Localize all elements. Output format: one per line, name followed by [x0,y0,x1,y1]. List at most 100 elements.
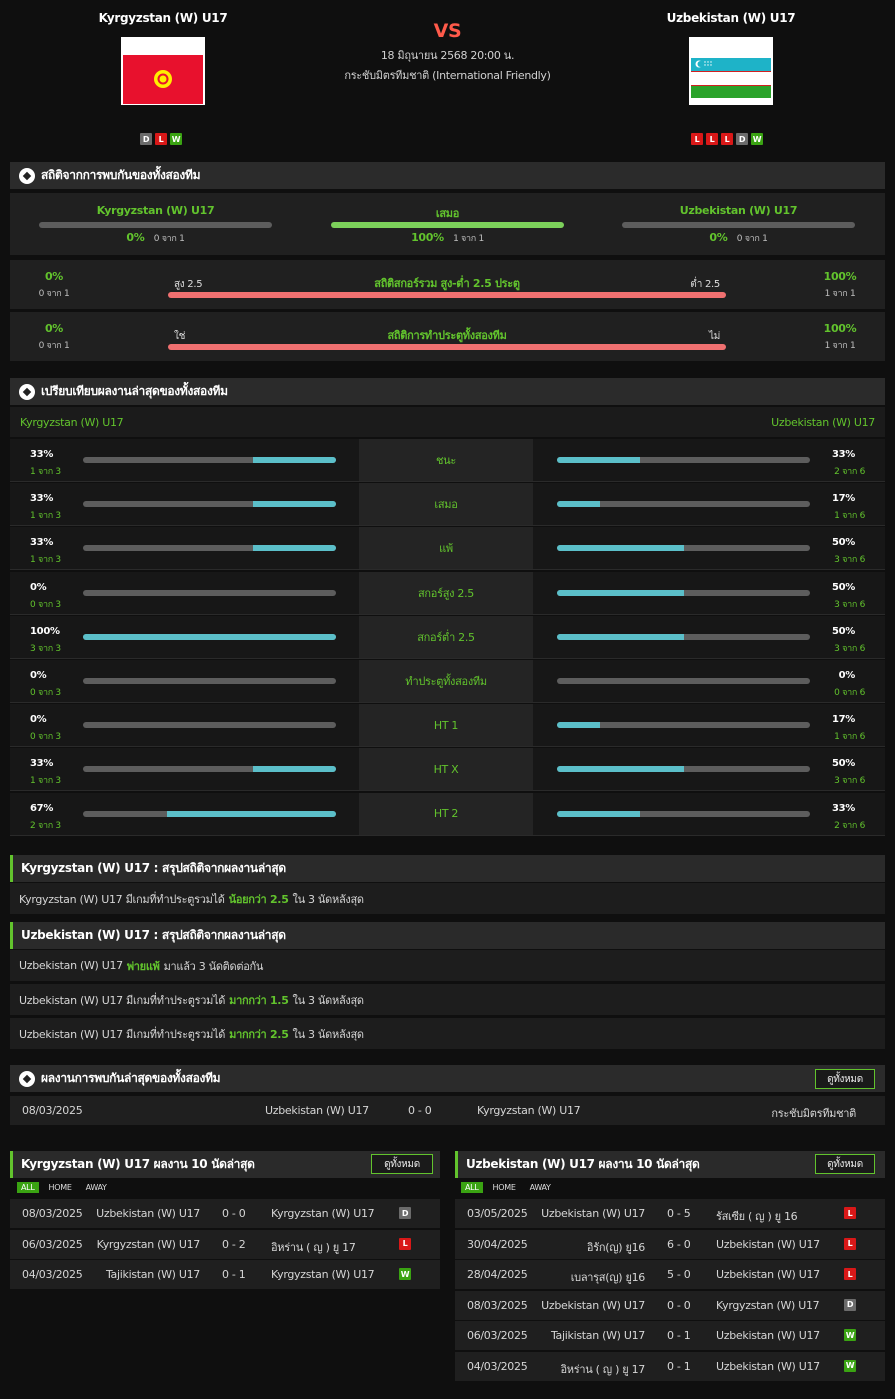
compare-away-pct: 50% [831,625,855,637]
compare-away-bar-fill [557,545,684,552]
last-match-row[interactable]: 08/03/2025 Uzbekistan (W) U17 0 - 0 Kyrgyzs… [10,1199,440,1228]
compare-home-pct: 33% [30,449,54,460]
away-team-name[interactable]: Uzbekistan (W) U17 [631,11,831,25]
match-home-team: เบลารุส(ญ) ยู16 [570,1271,646,1284]
tab-away[interactable]: AWAY [526,1182,555,1193]
result-badge: W [844,1359,856,1372]
compare-row-label: สกอร์สูง 2.5 [359,571,533,614]
compare-home-bar [83,722,336,729]
away-summary-title: Uzbekistan (W) U17 : สรุปสถิติจากผลงานล่… [21,928,286,942]
h2h-home-stat: 0% 0 จาก 1 [39,231,272,245]
compare-home-pct: 0% [30,714,47,726]
last-match-row[interactable]: 04/03/2025 อิหร่าน ( ญ ) ยู 17 0 - 1 Uzbeki… [455,1351,885,1381]
compare-away-pct: 17% [831,714,855,726]
h2h-wdl-panel: Kyrgyzstan (W) U17 0% 0 จาก 1 เสมอ 100% … [10,193,885,255]
compare-home-bar-fill [252,457,336,463]
compare-away-bar [557,678,810,684]
btts-bar [168,344,726,350]
match-score: 0 - 1 [667,1329,691,1342]
compare-away-bar [557,633,810,640]
tab-all[interactable]: ALL [17,1182,39,1193]
compare-away-name[interactable]: Uzbekistan (W) U17 [771,416,875,429]
compare-away-count: 3 จาก 6 [834,643,865,654]
compare-home-pct: 0% [30,581,47,593]
compare-home-count: 3 จาก 3 [30,643,61,654]
summary-text: Uzbekistan (W) U17 มีเกมที่ทำประตูรวมได้ [19,993,226,1007]
compare-home-name[interactable]: Kyrgyzstan (W) U17 [20,416,124,429]
compare-away-bar-fill [557,501,600,508]
last-match-row[interactable]: 04/03/2025 Tajikistan (W) U17 0 - 1 Kyrgyzs… [10,1260,440,1289]
btts-panel: 0% 0 จาก 1 ใช่ สถิติการทำประตูทั้งสองทีม… [10,312,885,361]
uzbekistan-flag-icon [691,58,771,98]
match-away-team: Uzbekistan (W) U17 [716,1359,820,1373]
ou-panel: 0% 0 จาก 1 สูง 2.5 สถิติสกอร์รวม สูง-ต่ำ… [10,260,885,309]
summary-highlight: พ่ายแพ้ [126,959,160,973]
match-date-cell: 28/04/2025 [467,1268,528,1281]
h2h-view-all-button[interactable]: ดูทั้งหมด [815,1069,875,1089]
away-last-view-all-button[interactable]: ดูทั้งหมด [815,1154,875,1174]
match-away-team: Uzbekistan (W) U17 [716,1329,820,1342]
match-away-team: Kyrgyzstan (W) U17 [271,1207,375,1220]
btts-title: สถิติการทำประตูทั้งสองทีม [387,329,507,342]
h2h-draw-name: เสมอ [435,207,460,220]
last-match-row[interactable]: 06/03/2025 Kyrgyzstan (W) U17 0 - 2 อิหร่าน… [10,1229,440,1259]
compare-row: 33% 1 จาก 3 แพ้ 50% 3 จาก 6 [10,527,885,571]
match-home-team: Uzbekistan (W) U17 [541,1298,645,1312]
summary-row: Uzbekistan (W) U17 พ่ายแพ้ มาแล้ว 3 นัดติด… [10,950,885,981]
match-score: 6 - 0 [667,1237,691,1251]
compare-row: 0% 0 จาก 3 ทำประตูทั้งสองทีม 0% 0 จาก 6 [10,660,885,703]
ou-right-pct: 100% [823,270,857,283]
away-form-badge: L [691,133,703,145]
compare-home-pct: 33% [30,493,54,505]
compare-title: เปรียบเทียบผลงานล่าสุดของทั้งสองทีม [41,384,228,398]
summary-text-end: ใน 3 นัดหลังสุด [292,1027,364,1041]
ou-right-count: 1 จาก 1 [824,289,856,299]
compare-home-bar [83,766,336,773]
compare-row-label: สกอร์ต่ำ 2.5 [359,615,533,658]
result-badge: W [844,1329,856,1341]
tab-home[interactable]: HOME [45,1182,76,1193]
compare-home-pct: 33% [30,758,54,770]
summary-highlight: มากกว่า 2.5 [229,1027,289,1041]
match-away-team: Kyrgyzstan (W) U17 [271,1268,375,1281]
last-match-row[interactable]: 30/04/2025 อิรัก(ญ) ยู16 6 - 0 Uzbekistan (… [455,1229,885,1259]
tab-home[interactable]: HOME [489,1182,520,1193]
match-date-cell: 03/05/2025 [467,1207,528,1220]
tab-away[interactable]: AWAY [82,1182,111,1193]
h2h-result-row[interactable]: 08/03/2025 Uzbekistan (W) U17 0 - 0 Kyrgyzs… [10,1096,885,1125]
away-team-flag[interactable] [689,37,773,105]
result-badge: W [399,1268,411,1280]
compare-header: เปรียบเทียบผลงานล่าสุดของทั้งสองทีม [10,378,885,405]
summary-highlight: มากกว่า 1.5 [229,993,289,1007]
compare-away-bar [557,722,810,729]
ou-right-label: ต่ำ 2.5 [690,279,720,290]
last-match-row[interactable]: 28/04/2025 เบลารุส(ญ) ยู16 5 - 0 Uzbekistan… [455,1260,885,1289]
compare-home-bar [83,589,336,596]
compare-away-bar [557,545,810,552]
compare-home-bar [83,633,336,640]
compare-home-bar [83,545,336,552]
compare-away-bar-fill [557,589,684,596]
compare-away-count: 1 จาก 6 [834,511,865,522]
result-badge: D [844,1298,856,1311]
tab-all[interactable]: ALL [461,1182,483,1193]
home-last-view-all-button[interactable]: ดูทั้งหมด [371,1154,433,1174]
home-last-tabs: ALL HOME AWAY [17,1182,111,1193]
compare-away-count: 3 จาก 6 [834,599,865,610]
summary-text-end: ใน 3 นัดหลังสุด [292,993,364,1007]
last-match-row[interactable]: 08/03/2025 Uzbekistan (W) U17 0 - 0 Kyrgyzs… [455,1290,885,1320]
compare-away-count: 2 จาก 6 [834,467,865,477]
result-badge: L [844,1207,856,1219]
compare-away-bar-fill [557,766,684,773]
summary-text: Uzbekistan (W) U17 มีเกมที่ทำประตูรวมได้ [19,1027,226,1041]
h2h-draw-stat: 100% 1 จาก 1 [331,231,564,245]
away-form-badge: L [721,133,733,145]
match-date-cell: 08/03/2025 [467,1298,528,1312]
home-form-badges: DLW [140,133,182,145]
compare-away-bar [557,501,810,508]
compare-row-label: HT X [359,748,533,791]
compare-away-count: 3 จาก 6 [834,776,865,787]
last-match-row[interactable]: 06/03/2025 Tajikistan (W) U17 0 - 1 Uzbekis… [455,1321,885,1350]
btts-right-label: ไม่ [708,331,720,342]
last-match-row[interactable]: 03/05/2025 Uzbekistan (W) U17 0 - 5 รัสเซีย… [455,1199,885,1228]
